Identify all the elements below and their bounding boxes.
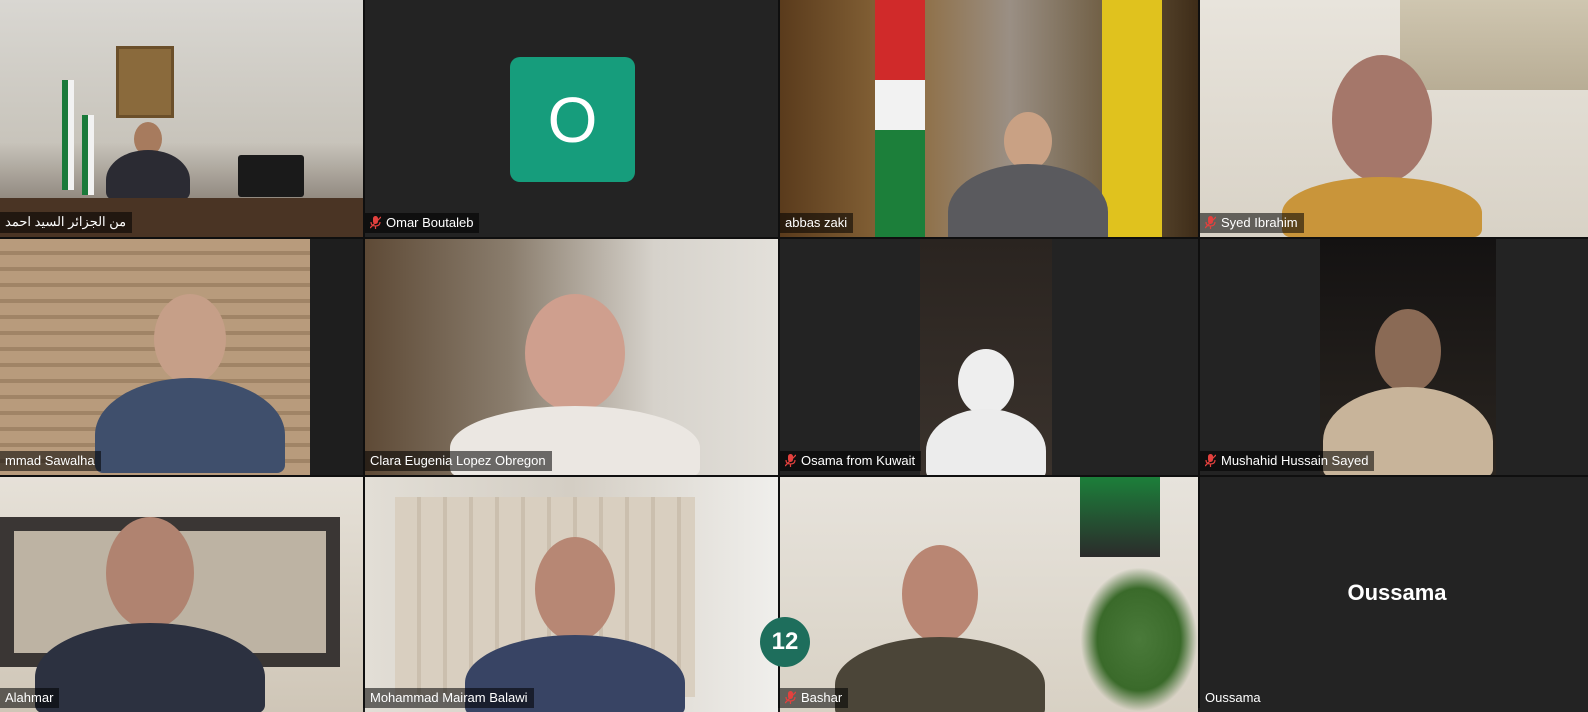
avatar-letter: O <box>547 83 598 156</box>
participant-tile[interactable]: Mushahid Hussain Sayed <box>1200 239 1588 475</box>
palestine-flag <box>875 0 925 237</box>
participant-name: abbas zaki <box>785 215 848 230</box>
muted-mic-icon <box>1205 454 1216 467</box>
video-grid: من الجزائر السيد احمد O Omar Boutaleb ab… <box>0 0 1588 712</box>
participant-name: Bashar <box>801 690 843 705</box>
participant-name: Mohammad Mairam Balawi <box>370 690 528 705</box>
participant-name: Syed Ibrahim <box>1221 215 1298 230</box>
participant-person <box>450 294 700 475</box>
participant-name-tag: Osama from Kuwait <box>780 451 922 471</box>
video-feed <box>1320 239 1496 475</box>
participant-name: Clara Eugenia Lopez Obregon <box>370 453 546 468</box>
flag <box>62 80 74 190</box>
participant-tile[interactable]: من الجزائر السيد احمد <box>0 0 363 237</box>
participant-tile[interactable]: Oussama Oussama <box>1200 477 1588 712</box>
participant-name-tag: Bashar <box>780 688 849 708</box>
participant-tile[interactable]: Bashar <box>780 477 1198 712</box>
participant-name-tag: Omar Boutaleb <box>365 213 480 233</box>
participant-name-tag: Alahmar <box>0 688 60 708</box>
video-feed <box>920 239 1052 475</box>
participant-name-tag: mmad Sawalha <box>0 451 101 471</box>
participant-name-tag: من الجزائر السيد احمد <box>0 212 133 233</box>
participant-tile[interactable]: Mohammad Mairam Balawi <box>365 477 778 712</box>
participant-tile[interactable]: Clara Eugenia Lopez Obregon <box>365 239 778 475</box>
participant-person <box>35 517 265 712</box>
participant-name-tag: abbas zaki <box>780 213 854 233</box>
participant-tile[interactable]: abbas zaki <box>780 0 1198 237</box>
participant-name: Osama from Kuwait <box>801 453 916 468</box>
participant-tile[interactable]: Alahmar <box>0 477 363 712</box>
participant-name: من الجزائر السيد احمد <box>5 214 127 229</box>
monitor <box>238 155 304 197</box>
flag <box>82 115 94 195</box>
plant <box>1080 567 1198 712</box>
participant-tile[interactable]: mmad Sawalha <box>0 239 363 475</box>
participant-person <box>95 294 285 473</box>
participant-name-tag: Mohammad Mairam Balawi <box>365 688 534 708</box>
badge-number: 12 <box>771 628 799 655</box>
participant-person <box>948 112 1108 237</box>
participant-person <box>835 545 1045 712</box>
participant-person <box>465 537 685 712</box>
participant-name-tag: Mushahid Hussain Sayed <box>1200 451 1375 471</box>
participant-name: Mushahid Hussain Sayed <box>1221 453 1369 468</box>
yellow-flag <box>1102 0 1162 237</box>
participant-name-tag: Oussama <box>1200 688 1267 708</box>
muted-mic-icon <box>1205 216 1216 229</box>
participant-name: Omar Boutaleb <box>386 215 474 230</box>
participant-tile[interactable]: Osama from Kuwait <box>780 239 1198 475</box>
participant-display-name: Oussama <box>1347 580 1447 605</box>
participant-tile[interactable]: Syed Ibrahim <box>1200 0 1588 237</box>
participant-avatar: O <box>510 57 635 182</box>
participant-name: mmad Sawalha <box>5 453 95 468</box>
participant-name-tag: Clara Eugenia Lopez Obregon <box>365 451 552 471</box>
overlay-number-badge: 12 <box>760 617 810 667</box>
participant-name: Oussama <box>1205 690 1261 705</box>
muted-mic-icon <box>785 454 796 467</box>
participant-person <box>106 122 190 200</box>
wall-portrait <box>116 46 174 118</box>
participant-person <box>1282 55 1482 237</box>
participant-tile[interactable]: O Omar Boutaleb <box>365 0 778 237</box>
participant-name: Alahmar <box>5 690 54 705</box>
flag <box>1080 477 1160 557</box>
muted-mic-icon <box>785 691 796 704</box>
participant-name-tag: Syed Ibrahim <box>1200 213 1304 233</box>
muted-mic-icon <box>370 216 381 229</box>
participant-person <box>926 349 1046 475</box>
